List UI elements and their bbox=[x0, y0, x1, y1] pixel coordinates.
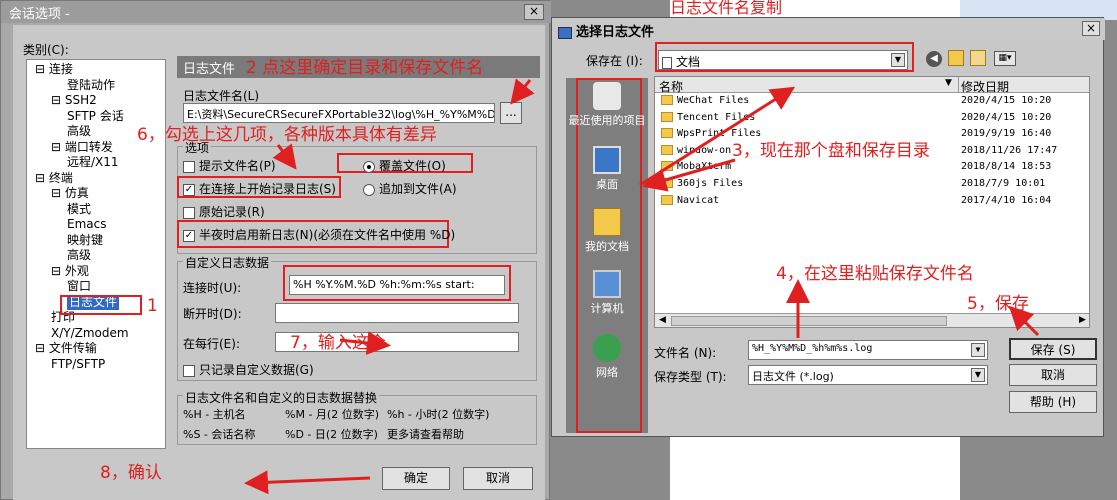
annotation-4: 4，在这里粘贴保存文件名 bbox=[776, 264, 974, 284]
annotation-8: 8，确认 bbox=[100, 463, 162, 483]
annotation-1: 1 bbox=[147, 296, 158, 316]
arrow-2 bbox=[510, 78, 535, 105]
annotation-arrows bbox=[244, 78, 1040, 495]
annotation-2: 2 点这里确定目录和保存文件名 bbox=[246, 58, 484, 78]
annotation-3: 3，现在那个盘和保存目录 bbox=[732, 141, 930, 161]
arrow-8 bbox=[244, 470, 371, 495]
annotation-5: 5，保存 bbox=[967, 294, 1029, 314]
arrow-6 bbox=[272, 143, 297, 170]
annotation-6: 6，勾选上这几项，各种版本具体有差异 bbox=[137, 125, 437, 145]
annotation-7: 7，输入这个 bbox=[290, 333, 386, 353]
